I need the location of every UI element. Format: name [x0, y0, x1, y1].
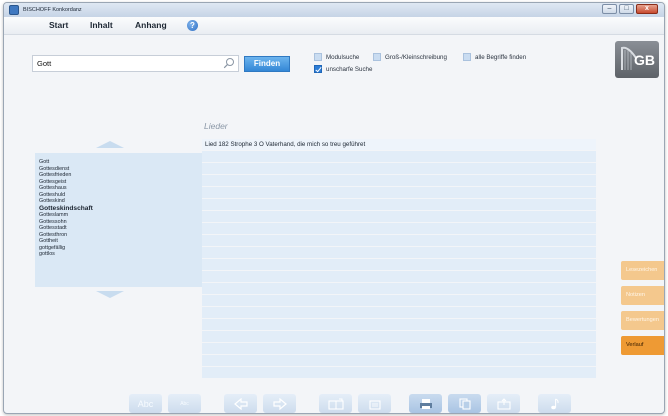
option-unscharfe-suche[interactable]: unscharfe Suche	[314, 65, 372, 73]
open-book-button[interactable]	[319, 394, 352, 413]
word-list-item[interactable]: Gotteskindschaft	[39, 205, 198, 213]
search-input[interactable]	[32, 55, 239, 72]
result-row-empty	[202, 294, 596, 307]
tab-notizen[interactable]: Notizen	[621, 286, 664, 305]
word-list-item[interactable]: gottlos	[39, 251, 198, 258]
arrow-left-icon	[233, 397, 248, 410]
menu-start[interactable]: Start	[49, 20, 68, 30]
result-row[interactable]: Lied 182 Strophe 3 O Vaterhand, die mich…	[202, 139, 596, 151]
tab-lesezeichen[interactable]: Lesezeichen	[621, 261, 664, 280]
checkbox-unscharfe-suche[interactable]	[314, 65, 322, 73]
help-icon[interactable]: ?	[187, 20, 198, 31]
menu-bar: Start Inhalt Anhang ?	[4, 17, 664, 35]
minimize-button[interactable]: –	[602, 4, 617, 14]
result-row-empty	[202, 366, 596, 378]
scroll-down-arrow-icon[interactable]	[96, 291, 124, 298]
print-button[interactable]	[409, 394, 442, 413]
arrow-right-icon	[272, 397, 287, 410]
word-list: Gott Gottesdienst Gottesfrieden Gottesgeist…	[35, 153, 202, 287]
forward-button[interactable]	[263, 394, 296, 413]
tab-bewertungen[interactable]: Bewertungen	[621, 311, 664, 330]
result-row-empty	[202, 186, 596, 199]
option-label: unscharfe Suche	[326, 65, 373, 73]
result-row-empty	[202, 258, 596, 271]
search-icon[interactable]	[223, 57, 235, 69]
checkbox-modulsuche[interactable]	[314, 53, 322, 61]
result-row-empty	[202, 282, 596, 295]
option-label: Groß-/Kleinschreibung	[385, 53, 447, 61]
result-row-empty	[202, 198, 596, 211]
results-list: Lied 182 Strophe 3 O Vaterhand, die mich…	[202, 139, 596, 379]
font-larger-label: Abc	[137, 398, 154, 409]
option-modulsuche[interactable]: Modulsuche	[314, 53, 359, 61]
results-title: Lieder	[204, 121, 228, 131]
copy-button[interactable]	[448, 394, 481, 413]
close-button[interactable]: x	[636, 4, 658, 14]
result-row-empty	[202, 318, 596, 331]
option-label: Modulsuche	[326, 53, 360, 61]
checkbox-alle-begriffe[interactable]	[463, 53, 471, 61]
book-icon	[327, 398, 344, 410]
menu-anhang[interactable]: Anhang	[135, 20, 167, 30]
export-button[interactable]	[487, 394, 520, 413]
music-note-icon	[550, 398, 559, 409]
font-smaller-label: Abc	[180, 400, 189, 407]
result-row-empty	[202, 354, 596, 367]
tab-verlauf[interactable]: Verlauf	[621, 336, 664, 355]
window-controls: – □ x	[602, 4, 658, 14]
copy-icon	[458, 397, 471, 410]
bottom-toolbar: Abc Abc	[4, 394, 664, 413]
result-row-empty	[202, 246, 596, 259]
find-button[interactable]: Finden	[244, 56, 290, 72]
option-gross-klein[interactable]: Groß-/Kleinschreibung	[373, 53, 447, 61]
title-bar: BISCHOFF Konkordanz – □ x	[4, 3, 664, 17]
logo-text: GB	[634, 52, 655, 68]
result-row-empty	[202, 174, 596, 187]
app-icon	[9, 5, 19, 15]
option-label: alle Begriffe finden	[475, 53, 527, 61]
result-row-empty	[202, 270, 596, 283]
printer-icon	[419, 398, 432, 409]
result-row-empty	[202, 210, 596, 223]
copy-text-button[interactable]	[358, 394, 391, 413]
option-alle-begriffe[interactable]: alle Begriffe finden	[463, 53, 526, 61]
result-row-empty	[202, 342, 596, 355]
window-title: BISCHOFF Konkordanz	[23, 7, 82, 13]
logo: GB	[615, 41, 659, 78]
back-button[interactable]	[224, 394, 257, 413]
maximize-button[interactable]: □	[619, 4, 634, 14]
app-window: BISCHOFF Konkordanz – □ x Start Inhalt A…	[3, 2, 665, 414]
result-row-empty	[202, 162, 596, 175]
font-smaller-button[interactable]: Abc	[168, 394, 201, 413]
scroll-up-arrow-icon[interactable]	[96, 141, 124, 148]
document-icon	[368, 399, 381, 410]
font-larger-button[interactable]: Abc	[129, 394, 162, 413]
result-row-empty	[202, 330, 596, 343]
result-row-empty	[202, 306, 596, 319]
music-button[interactable]	[538, 394, 571, 413]
result-row-empty	[202, 222, 596, 235]
menu-inhalt[interactable]: Inhalt	[90, 20, 113, 30]
export-icon	[496, 397, 511, 410]
result-row-empty	[202, 234, 596, 247]
result-row-empty	[202, 150, 596, 163]
checkbox-gross-klein[interactable]	[373, 53, 381, 61]
